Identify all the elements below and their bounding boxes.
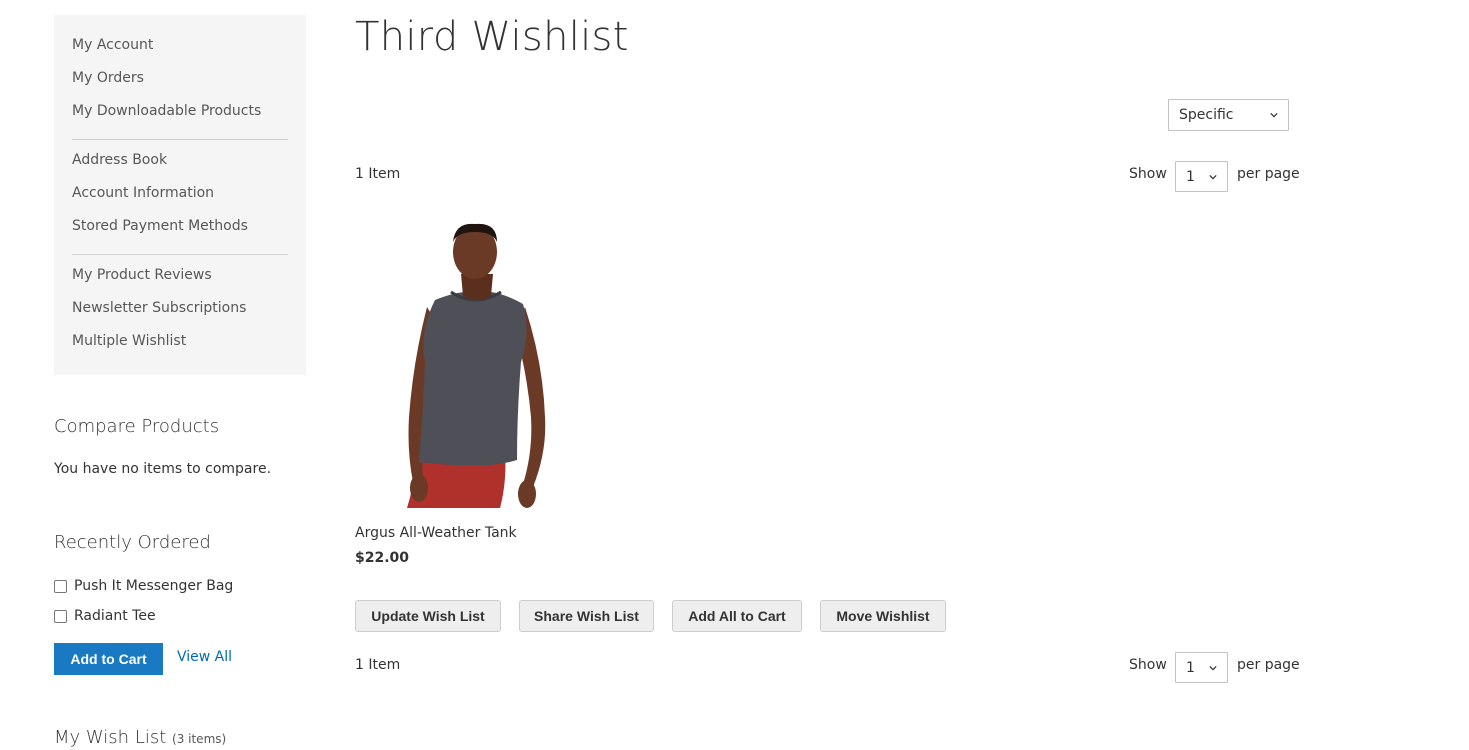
recently-ordered-checkbox[interactable] bbox=[54, 579, 67, 593]
recently-ordered-item-name[interactable]: Radiant Tee bbox=[74, 608, 156, 624]
toolbar-show-label: Show bbox=[1129, 166, 1167, 182]
account-sidebar-nav: My Account My Orders My Downloadable Pro… bbox=[54, 15, 306, 375]
update-wishlist-button[interactable]: Update Wish List bbox=[355, 600, 501, 632]
recently-ordered-item: Radiant Tee bbox=[54, 606, 156, 626]
recently-ordered-item: Push It Messenger Bag bbox=[54, 576, 233, 596]
toolbar-show-label-bottom: Show bbox=[1129, 657, 1167, 673]
share-wishlist-button[interactable]: Share Wish List bbox=[519, 600, 654, 632]
view-all-link[interactable]: View All bbox=[177, 649, 232, 665]
compare-products-title: Compare Products bbox=[54, 416, 220, 437]
nav-my-product-reviews[interactable]: My Product Reviews bbox=[54, 265, 306, 298]
toolbar-item-count: 1 Item bbox=[355, 166, 401, 182]
product-price: $22.00 bbox=[355, 550, 410, 566]
chevron-down-icon bbox=[1270, 112, 1278, 118]
per-page-value: 1 bbox=[1186, 168, 1195, 185]
move-wishlist-button[interactable]: Move Wishlist bbox=[820, 600, 946, 632]
my-wishlist-title-text: My Wish List bbox=[54, 727, 167, 748]
per-page-value: 1 bbox=[1186, 659, 1195, 676]
recently-ordered-title: Recently Ordered bbox=[54, 532, 211, 553]
nav-divider bbox=[72, 254, 288, 255]
recently-ordered-item-name[interactable]: Push It Messenger Bag bbox=[74, 578, 233, 594]
product-image[interactable] bbox=[355, 212, 595, 512]
nav-my-orders[interactable]: My Orders bbox=[54, 68, 306, 101]
product-name-link[interactable]: Argus All-Weather Tank bbox=[355, 525, 517, 541]
toolbar-item-count-bottom: 1 Item bbox=[355, 657, 401, 673]
nav-my-downloadable-products[interactable]: My Downloadable Products bbox=[54, 101, 306, 134]
my-wishlist-count: (3 items) bbox=[172, 732, 227, 746]
per-page-select[interactable]: 1 bbox=[1175, 161, 1228, 192]
wishlist-select-value: Specific bbox=[1179, 107, 1234, 123]
add-all-to-cart-button[interactable]: Add All to Cart bbox=[672, 600, 802, 632]
nav-address-book[interactable]: Address Book bbox=[54, 150, 306, 183]
nav-account-information[interactable]: Account Information bbox=[54, 183, 306, 216]
per-page-select-bottom[interactable]: 1 bbox=[1175, 652, 1228, 683]
chevron-down-icon bbox=[1209, 665, 1217, 670]
add-to-cart-button[interactable]: Add to Cart bbox=[54, 643, 163, 675]
toolbar-per-page-label-bottom: per page bbox=[1237, 657, 1300, 673]
nav-divider bbox=[72, 139, 288, 140]
toolbar-per-page-label: per page bbox=[1237, 166, 1300, 182]
wishlist-select[interactable]: Specific bbox=[1168, 99, 1289, 131]
nav-stored-payment-methods[interactable]: Stored Payment Methods bbox=[54, 216, 306, 249]
compare-empty-text: You have no items to compare. bbox=[54, 461, 272, 477]
recently-ordered-checkbox[interactable] bbox=[54, 609, 67, 623]
nav-my-account[interactable]: My Account bbox=[54, 35, 306, 68]
page-title: Third Wishlist bbox=[355, 14, 629, 60]
nav-newsletter-subscriptions[interactable]: Newsletter Subscriptions bbox=[54, 298, 306, 331]
chevron-down-icon bbox=[1209, 174, 1217, 179]
my-wishlist-title: My Wish List (3 items) bbox=[54, 727, 226, 748]
nav-multiple-wishlist[interactable]: Multiple Wishlist bbox=[54, 331, 306, 364]
